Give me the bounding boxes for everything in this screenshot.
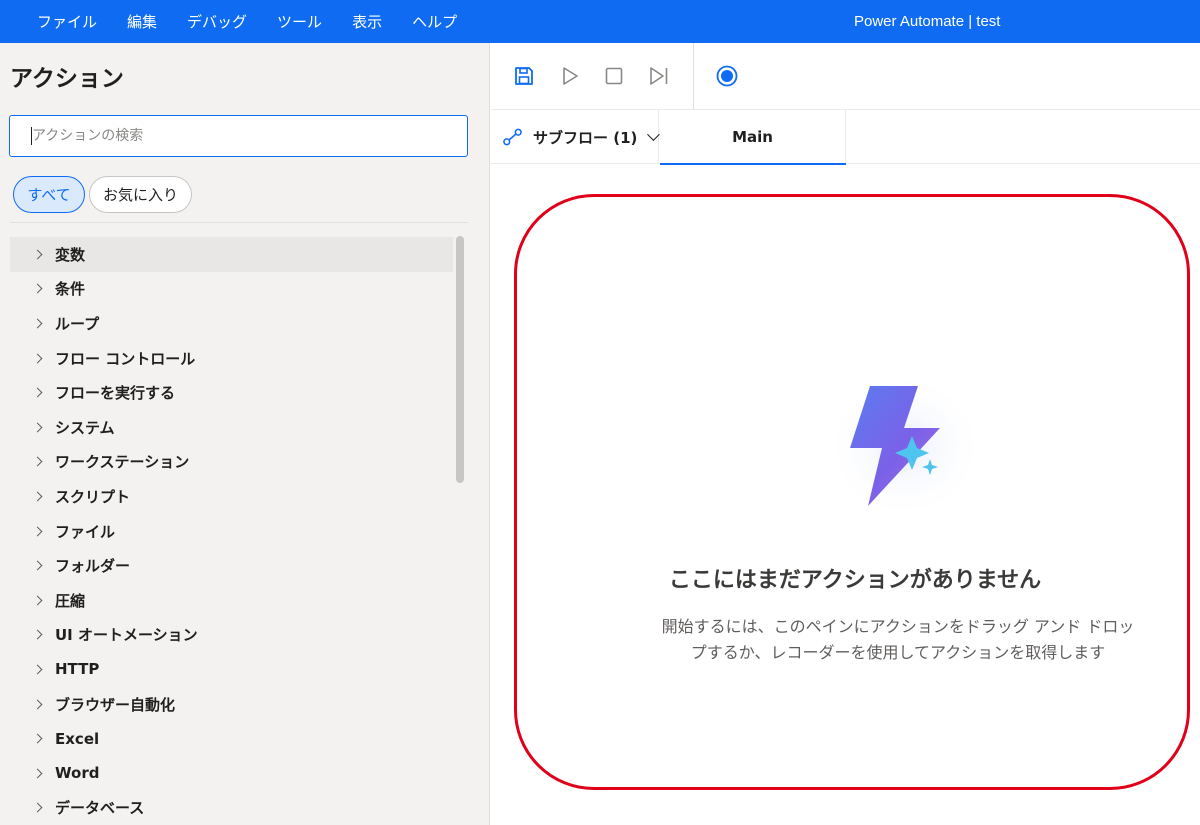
category-variables[interactable]: 変数 <box>10 237 453 272</box>
menu-debug[interactable]: デバッグ <box>172 0 262 43</box>
run-next-action-icon <box>650 67 668 85</box>
category-label: UI オートメーション <box>55 626 198 645</box>
category-label: ループ <box>55 314 100 333</box>
menu-file[interactable]: ファイル <box>22 0 112 43</box>
category-database[interactable]: データベース <box>10 791 453 825</box>
actions-pane-title: アクション <box>10 66 124 92</box>
category-browser-automation[interactable]: ブラウザー自動化 <box>10 687 453 722</box>
stop-button[interactable] <box>601 63 627 89</box>
category-label: フローを実行する <box>55 384 176 403</box>
chevron-right-icon <box>32 664 43 675</box>
chevron-right-icon <box>32 802 43 813</box>
toolbar-separator <box>693 43 694 110</box>
category-label: Word <box>55 764 100 783</box>
chevron-right-icon <box>32 353 43 364</box>
subflows-dropdown[interactable]: サブフロー (1) <box>491 110 660 164</box>
chevron-right-icon <box>32 526 43 536</box>
chevron-right-icon <box>32 733 43 744</box>
actions-pane: アクション すべて お気に入り 変数 条件 ループ フロー コントロール フロー… <box>0 43 490 825</box>
category-word[interactable]: Word <box>10 756 453 791</box>
chevron-right-icon <box>32 422 43 433</box>
menu-tools[interactable]: ツール <box>262 0 337 43</box>
tab-main[interactable]: Main <box>660 110 846 165</box>
category-file[interactable]: ファイル <box>10 514 453 549</box>
category-compression[interactable]: 圧縮 <box>10 583 453 618</box>
window-title: Power Automate | test <box>854 13 1001 30</box>
category-label: フォルダー <box>55 557 131 576</box>
stop-icon <box>605 67 623 85</box>
chevron-right-icon <box>32 595 43 606</box>
run-button[interactable] <box>557 63 583 89</box>
category-folder[interactable]: フォルダー <box>10 548 453 583</box>
category-label: HTTP <box>55 660 100 679</box>
category-label: 条件 <box>55 280 86 299</box>
recorder-icon <box>716 65 738 87</box>
category-label: スクリプト <box>55 487 131 506</box>
designer-toolbar <box>491 43 1200 110</box>
subflow-icon <box>503 128 522 146</box>
action-category-list: 変数 条件 ループ フロー コントロール フローを実行する システム ワークステ… <box>10 237 453 825</box>
divider <box>10 222 468 223</box>
save-icon <box>515 67 533 85</box>
category-ui-automation[interactable]: UI オートメーション <box>10 618 453 653</box>
category-label: データベース <box>55 799 145 818</box>
subflow-tabs: サブフロー (1) Main <box>491 110 1200 165</box>
action-search-input[interactable] <box>32 116 467 156</box>
category-flow-control[interactable]: フロー コントロール <box>10 341 453 376</box>
category-scripting[interactable]: スクリプト <box>10 479 453 514</box>
subflows-label: サブフロー (1) <box>532 128 638 147</box>
menu-help[interactable]: ヘルプ <box>397 0 472 43</box>
menu-view[interactable]: 表示 <box>337 0 397 43</box>
category-label: ブラウザー自動化 <box>55 695 176 714</box>
chevron-right-icon <box>32 768 43 779</box>
category-conditionals[interactable]: 条件 <box>10 272 453 307</box>
category-label: 変数 <box>55 245 86 264</box>
category-run-flow[interactable]: フローを実行する <box>10 375 453 410</box>
chevron-right-icon <box>32 699 43 709</box>
action-search-box[interactable] <box>9 115 468 157</box>
category-label: 圧縮 <box>55 591 86 610</box>
lightning-sparkle-icon <box>825 371 985 521</box>
category-http[interactable]: HTTP <box>10 652 453 687</box>
category-excel[interactable]: Excel <box>10 721 453 756</box>
chevron-right-icon <box>32 560 43 571</box>
filter-all-chip[interactable]: すべて <box>13 176 85 213</box>
empty-state-title: ここにはまだアクションがありません <box>668 568 1042 593</box>
save-button[interactable] <box>511 63 537 89</box>
chevron-down-icon <box>647 128 660 141</box>
category-list-scrollbar[interactable] <box>456 236 464 483</box>
menu-edit[interactable]: 編集 <box>112 0 172 43</box>
category-label: ファイル <box>55 522 116 541</box>
category-label: フロー コントロール <box>55 349 196 368</box>
chevron-right-icon <box>32 456 43 467</box>
category-label: Excel <box>55 729 100 748</box>
run-next-action-button[interactable] <box>646 63 672 89</box>
empty-state-description: 開始するには、このペインにアクションをドラッグ アンド ドロップするか、レコーダ… <box>661 617 1135 662</box>
chevron-right-icon <box>32 249 43 260</box>
category-workstation[interactable]: ワークステーション <box>10 445 453 480</box>
recorder-button[interactable] <box>714 63 740 89</box>
category-label: ワークステーション <box>55 453 190 472</box>
chevron-right-icon <box>32 283 43 294</box>
category-system[interactable]: システム <box>10 410 453 445</box>
filter-chips: すべて お気に入り <box>13 176 192 213</box>
run-icon <box>563 67 578 85</box>
title-bar: ファイル 編集 デバッグ ツール 表示 ヘルプ Power Automate |… <box>0 0 1200 43</box>
chevron-right-icon <box>32 491 43 502</box>
chevron-right-icon <box>32 629 43 640</box>
chevron-right-icon <box>32 318 43 329</box>
chevron-right-icon <box>32 387 43 398</box>
category-loops[interactable]: ループ <box>10 306 453 341</box>
menu-bar: ファイル 編集 デバッグ ツール 表示 ヘルプ <box>0 0 472 43</box>
filter-favorites-chip[interactable]: お気に入り <box>89 176 192 213</box>
category-label: システム <box>55 418 115 437</box>
text-caret <box>31 127 32 145</box>
